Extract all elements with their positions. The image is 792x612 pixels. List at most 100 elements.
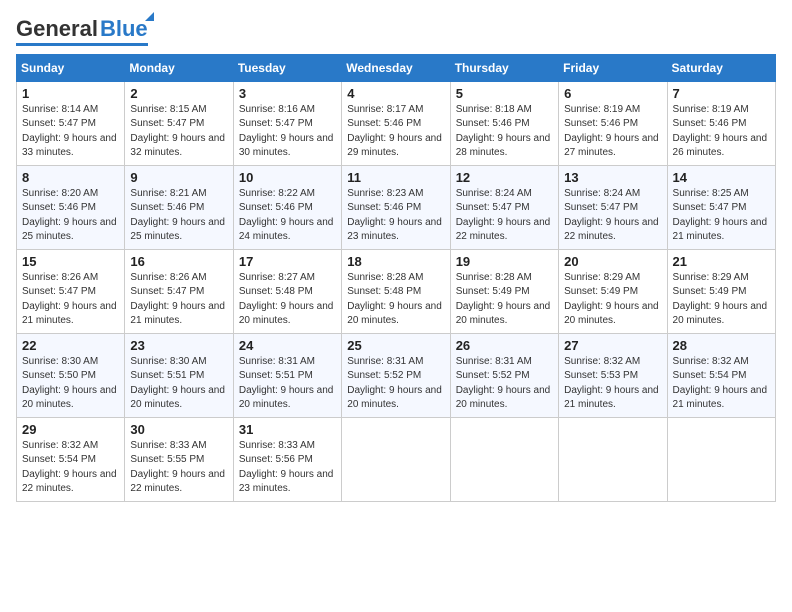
calendar-cell: 9 Sunrise: 8:21 AMSunset: 5:46 PMDaylight… (125, 165, 233, 249)
calendar-cell: 13 Sunrise: 8:24 AMSunset: 5:47 PMDayligh… (559, 165, 667, 249)
day-number: 21 (673, 254, 770, 269)
day-number: 29 (22, 422, 119, 437)
calendar-cell: 26 Sunrise: 8:31 AMSunset: 5:52 PMDayligh… (450, 333, 558, 417)
calendar-cell (667, 417, 775, 501)
day-info: Sunrise: 8:25 AMSunset: 5:47 PMDaylight:… (673, 187, 770, 245)
calendar-cell: 14 Sunrise: 8:25 AMSunset: 5:47 PMDayligh… (667, 165, 775, 249)
day-info: Sunrise: 8:30 AMSunset: 5:51 PMDaylight:… (130, 355, 227, 413)
day-number: 12 (456, 170, 553, 185)
calendar-cell: 11Sunrise: 8:23 AMSunset: 5:46 PMDayligh… (342, 165, 450, 249)
calendar-cell: 28 Sunrise: 8:32 AMSunset: 5:54 PMDayligh… (667, 333, 775, 417)
day-number: 19 (456, 254, 553, 269)
day-number: 8 (22, 170, 119, 185)
calendar-cell: 17 Sunrise: 8:27 AMSunset: 5:48 PMDayligh… (233, 249, 341, 333)
calendar-cell: 22 Sunrise: 8:30 AMSunset: 5:50 PMDayligh… (17, 333, 125, 417)
day-number: 14 (673, 170, 770, 185)
day-number: 16 (130, 254, 227, 269)
day-number: 26 (456, 338, 553, 353)
logo-general: General (16, 16, 98, 42)
calendar-cell: 30 Sunrise: 8:33 AMSunset: 5:55 PMDayligh… (125, 417, 233, 501)
weekday-header: Saturday (667, 54, 775, 81)
day-info: Sunrise: 8:32 AMSunset: 5:54 PMDaylight:… (673, 355, 770, 413)
day-info: Sunrise: 8:28 AMSunset: 5:48 PMDaylight:… (347, 271, 444, 329)
day-info: Sunrise: 8:22 AMSunset: 5:46 PMDaylight:… (239, 187, 336, 245)
day-number: 25 (347, 338, 444, 353)
weekday-header: Friday (559, 54, 667, 81)
day-info: Sunrise: 8:33 AMSunset: 5:55 PMDaylight:… (130, 439, 227, 497)
calendar-cell (342, 417, 450, 501)
day-info: Sunrise: 8:28 AMSunset: 5:49 PMDaylight:… (456, 271, 553, 329)
day-info: Sunrise: 8:31 AMSunset: 5:52 PMDaylight:… (347, 355, 444, 413)
calendar-cell: 6 Sunrise: 8:19 AMSunset: 5:46 PMDaylight… (559, 81, 667, 165)
day-info: Sunrise: 8:19 AMSunset: 5:46 PMDaylight:… (673, 103, 770, 161)
calendar-cell: 31 Sunrise: 8:33 AMSunset: 5:56 PMDayligh… (233, 417, 341, 501)
day-number: 9 (130, 170, 227, 185)
logo: General Blue (16, 16, 148, 46)
day-number: 18 (347, 254, 444, 269)
calendar-cell: 29 Sunrise: 8:32 AMSunset: 5:54 PMDayligh… (17, 417, 125, 501)
day-number: 10 (239, 170, 336, 185)
day-number: 17 (239, 254, 336, 269)
weekday-header: Wednesday (342, 54, 450, 81)
calendar-cell: 8 Sunrise: 8:20 AMSunset: 5:46 PMDaylight… (17, 165, 125, 249)
day-info: Sunrise: 8:32 AMSunset: 5:54 PMDaylight:… (22, 439, 119, 497)
day-number: 22 (22, 338, 119, 353)
calendar-cell: 25 Sunrise: 8:31 AMSunset: 5:52 PMDayligh… (342, 333, 450, 417)
calendar-cell: 7 Sunrise: 8:19 AMSunset: 5:46 PMDaylight… (667, 81, 775, 165)
day-number: 11 (347, 170, 444, 185)
day-info: Sunrise: 8:31 AMSunset: 5:52 PMDaylight:… (456, 355, 553, 413)
calendar-cell: 4Sunrise: 8:17 AMSunset: 5:46 PMDaylight… (342, 81, 450, 165)
day-number: 1 (22, 86, 119, 101)
calendar-cell: 5Sunrise: 8:18 AMSunset: 5:46 PMDaylight… (450, 81, 558, 165)
day-number: 2 (130, 86, 227, 101)
calendar-cell: 15 Sunrise: 8:26 AMSunset: 5:47 PMDayligh… (17, 249, 125, 333)
day-info: Sunrise: 8:26 AMSunset: 5:47 PMDaylight:… (130, 271, 227, 329)
calendar-cell: 3 Sunrise: 8:16 AMSunset: 5:47 PMDaylight… (233, 81, 341, 165)
calendar-cell: 12 Sunrise: 8:24 AMSunset: 5:47 PMDayligh… (450, 165, 558, 249)
calendar-cell (559, 417, 667, 501)
day-number: 13 (564, 170, 661, 185)
day-info: Sunrise: 8:32 AMSunset: 5:53 PMDaylight:… (564, 355, 661, 413)
calendar-cell: 1 Sunrise: 8:14 AMSunset: 5:47 PMDaylight… (17, 81, 125, 165)
day-info: Sunrise: 8:24 AMSunset: 5:47 PMDaylight:… (564, 187, 661, 245)
weekday-header: Monday (125, 54, 233, 81)
day-info: Sunrise: 8:19 AMSunset: 5:46 PMDaylight:… (564, 103, 661, 161)
day-info: Sunrise: 8:31 AMSunset: 5:51 PMDaylight:… (239, 355, 336, 413)
day-info: Sunrise: 8:33 AMSunset: 5:56 PMDaylight:… (239, 439, 336, 497)
day-number: 6 (564, 86, 661, 101)
calendar-cell: 20Sunrise: 8:29 AMSunset: 5:49 PMDayligh… (559, 249, 667, 333)
weekday-header: Thursday (450, 54, 558, 81)
day-number: 23 (130, 338, 227, 353)
day-info: Sunrise: 8:18 AMSunset: 5:46 PMDaylight:… (456, 103, 553, 161)
day-info: Sunrise: 8:16 AMSunset: 5:47 PMDaylight:… (239, 103, 336, 161)
calendar-cell (450, 417, 558, 501)
calendar-cell: 23 Sunrise: 8:30 AMSunset: 5:51 PMDayligh… (125, 333, 233, 417)
page-header: General Blue (16, 16, 776, 46)
calendar-cell: 19 Sunrise: 8:28 AMSunset: 5:49 PMDayligh… (450, 249, 558, 333)
day-info: Sunrise: 8:20 AMSunset: 5:46 PMDaylight:… (22, 187, 119, 245)
calendar-table: SundayMondayTuesdayWednesdayThursdayFrid… (16, 54, 776, 502)
calendar-cell: 18 Sunrise: 8:28 AMSunset: 5:48 PMDayligh… (342, 249, 450, 333)
day-number: 7 (673, 86, 770, 101)
day-number: 24 (239, 338, 336, 353)
day-info: Sunrise: 8:27 AMSunset: 5:48 PMDaylight:… (239, 271, 336, 329)
day-info: Sunrise: 8:14 AMSunset: 5:47 PMDaylight:… (22, 103, 119, 161)
day-info: Sunrise: 8:17 AMSunset: 5:46 PMDaylight:… (347, 103, 444, 161)
day-info: Sunrise: 8:30 AMSunset: 5:50 PMDaylight:… (22, 355, 119, 413)
day-info: Sunrise: 8:21 AMSunset: 5:46 PMDaylight:… (130, 187, 227, 245)
calendar-cell: 16 Sunrise: 8:26 AMSunset: 5:47 PMDayligh… (125, 249, 233, 333)
calendar-cell: 21 Sunrise: 8:29 AMSunset: 5:49 PMDayligh… (667, 249, 775, 333)
day-number: 31 (239, 422, 336, 437)
day-number: 27 (564, 338, 661, 353)
day-info: Sunrise: 8:24 AMSunset: 5:47 PMDaylight:… (456, 187, 553, 245)
day-info: Sunrise: 8:29 AMSunset: 5:49 PMDaylight:… (564, 271, 661, 329)
day-number: 3 (239, 86, 336, 101)
day-number: 28 (673, 338, 770, 353)
calendar-cell: 27 Sunrise: 8:32 AMSunset: 5:53 PMDayligh… (559, 333, 667, 417)
day-info: Sunrise: 8:26 AMSunset: 5:47 PMDaylight:… (22, 271, 119, 329)
day-info: Sunrise: 8:15 AMSunset: 5:47 PMDaylight:… (130, 103, 227, 161)
day-number: 15 (22, 254, 119, 269)
day-number: 30 (130, 422, 227, 437)
calendar-cell: 24 Sunrise: 8:31 AMSunset: 5:51 PMDayligh… (233, 333, 341, 417)
day-info: Sunrise: 8:29 AMSunset: 5:49 PMDaylight:… (673, 271, 770, 329)
